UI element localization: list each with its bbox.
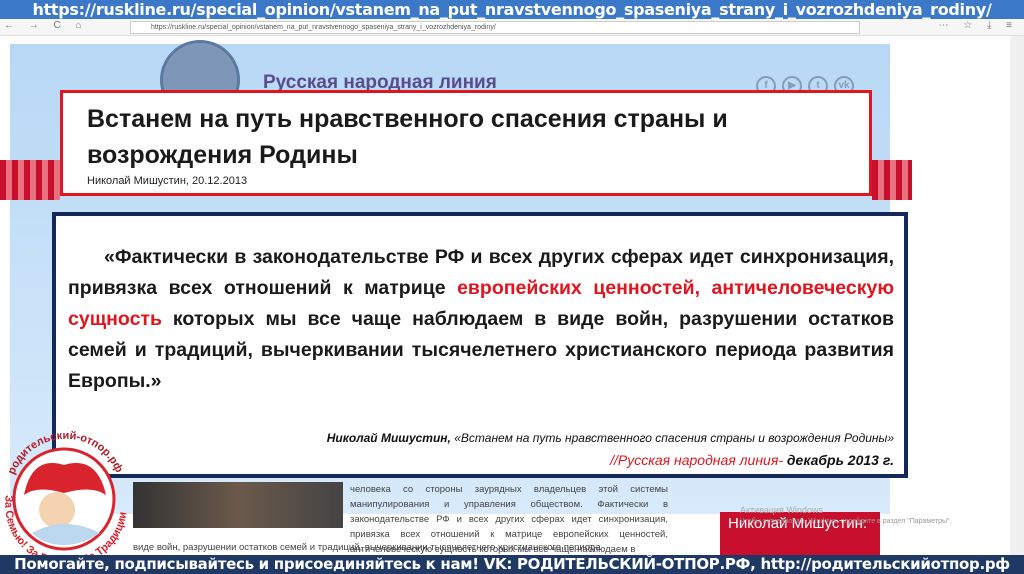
decor-stripe-left [0, 160, 60, 200]
quote-box: «Фактически в законодательстве РФ и всех… [52, 212, 908, 478]
source-date: декабрь 2013 г. [782, 452, 894, 468]
quote-source: //Русская народная линия- декабрь 2013 г… [610, 452, 894, 468]
windows-activation-title: Активация Windows [740, 505, 823, 515]
article-meta: Николай Мишустин, 20.12.2013 [87, 175, 248, 187]
article-title: Встанем на путь нравственного спасения с… [87, 105, 728, 169]
article-photo [133, 482, 343, 528]
scrollbar[interactable] [1010, 36, 1024, 555]
title-box: Встанем на путь нравственного спасения с… [60, 90, 872, 196]
nav-buttons[interactable]: ← → C ⌂ [4, 20, 88, 31]
roditelsky-otpor-logo: родительский-отпор.рф За Семью! За Родин… [2, 415, 129, 567]
browser-toolbar: ← → C ⌂ https://ruskline.ru/special_opin… [0, 19, 1024, 36]
quote-work: «Встанем на путь нравственного спасения … [450, 431, 894, 445]
quote-part: которых мы все чаще наблюдаем в виде вой… [68, 308, 894, 392]
footer-banner: Помогайте, подписывайтесь и присоединяйт… [0, 555, 1024, 574]
address-bar[interactable]: https://ruskline.ru/special_opinion/vsta… [130, 21, 860, 34]
article-text-cont: виде войн, разрушении остатков семей и т… [133, 542, 601, 553]
decor-stripe-right [872, 160, 912, 200]
source-name: //Русская народная линия- [610, 452, 783, 468]
quote-text: «Фактически в законодательстве РФ и всех… [68, 242, 894, 397]
quote-attribution: Николай Мишустин, «Встанем на путь нравс… [327, 431, 894, 445]
toolbar-icons[interactable]: ⋯ ☆ ⤓ ≡ [938, 20, 1018, 31]
url-banner: https://ruskline.ru/special_opinion/vsta… [0, 0, 1024, 19]
windows-activation-hint: Чтобы активировать Windows, перейдите в … [740, 518, 952, 525]
quote-author: Николай Мишустин, [326, 431, 451, 445]
